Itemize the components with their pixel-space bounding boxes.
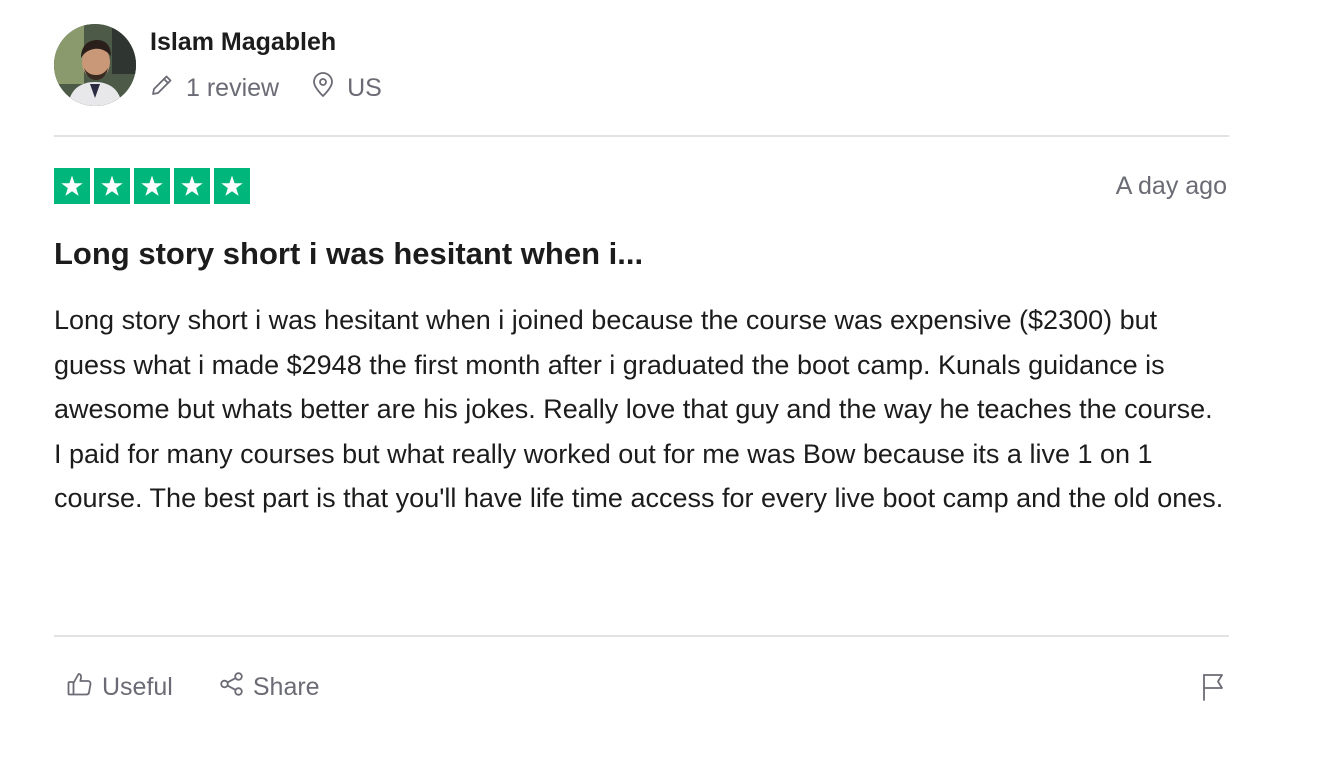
- footer-divider: [54, 635, 1229, 637]
- star-icon: [174, 168, 210, 204]
- share-button[interactable]: Share: [219, 671, 320, 704]
- country-label: US: [347, 74, 382, 102]
- star-icon: [94, 168, 130, 204]
- review-card: Islam Magableh 1 review US A day ago Lon…: [54, 0, 1229, 768]
- review-count: 1 review: [150, 73, 279, 104]
- review-title[interactable]: Long story short i was hesitant when i..…: [54, 236, 643, 272]
- location-pin-icon: [311, 72, 347, 105]
- report-flag-button[interactable]: [1199, 672, 1227, 707]
- useful-button[interactable]: Useful: [66, 670, 173, 705]
- flag-icon: [1199, 674, 1227, 706]
- review-actions: Useful Share: [66, 670, 320, 705]
- review-paragraph: Long story short i was hesitant when i j…: [54, 305, 1213, 424]
- author-name[interactable]: Islam Magableh: [150, 28, 336, 57]
- thumbs-up-icon: [66, 670, 102, 705]
- star-icon: [54, 168, 90, 204]
- review-body: Long story short i was hesitant when i j…: [54, 298, 1234, 521]
- share-label: Share: [252, 673, 320, 701]
- star-rating: [54, 168, 250, 204]
- star-icon: [214, 168, 250, 204]
- review-date: A day ago: [1115, 172, 1227, 200]
- review-paragraph: I paid for many courses but what really …: [54, 438, 1224, 514]
- author-location: US: [311, 72, 382, 105]
- review-count-label: 1 review: [186, 74, 280, 102]
- useful-label: Useful: [102, 673, 173, 701]
- star-icon: [134, 168, 170, 204]
- avatar[interactable]: [54, 24, 136, 106]
- pencil-icon: [150, 73, 186, 104]
- author-meta: 1 review US: [150, 72, 382, 105]
- share-icon: [219, 671, 253, 704]
- header-divider: [54, 135, 1229, 137]
